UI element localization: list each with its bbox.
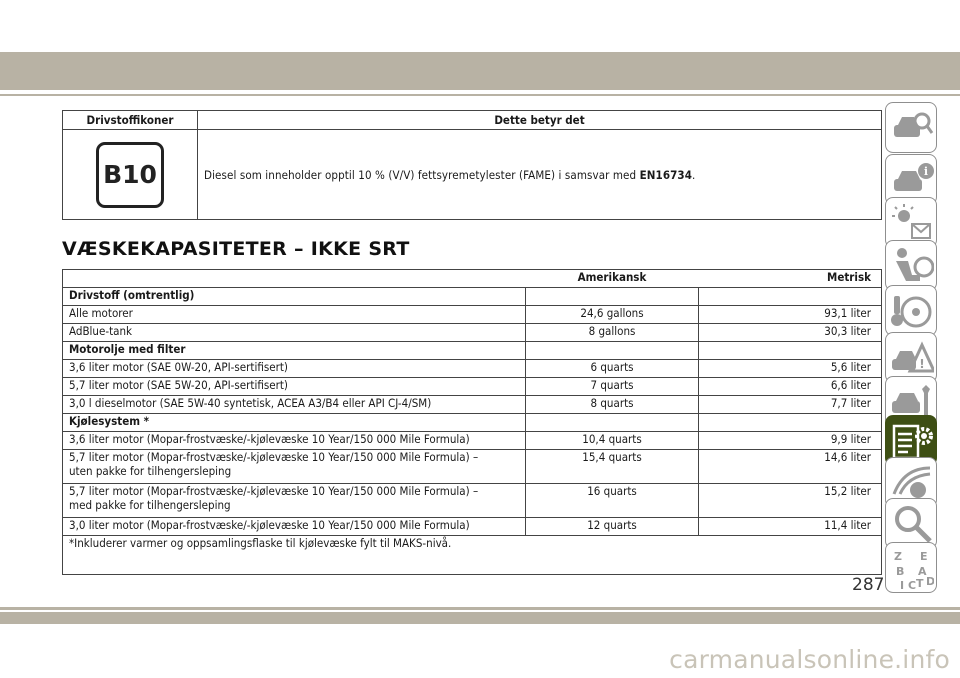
- chapter-tab-alphabet-index[interactable]: ZEBAICTD: [885, 542, 937, 593]
- row-metric-value: 14,6 liter: [698, 449, 882, 484]
- table-row: 3,0 l dieselmotor (SAE 5W-40 syntetisk, …: [62, 395, 882, 414]
- row-label: AdBlue-tank: [62, 323, 526, 342]
- fuel-table-header-meaning: Dette betyr det: [197, 110, 882, 130]
- chapter-tab-seat-safety[interactable]: [885, 240, 937, 291]
- alphabet-index-icon: Z EB AI C T D: [894, 550, 934, 591]
- row-label-line2: med pakke for tilhengersleping: [69, 498, 231, 512]
- chapter-tab-steering-key[interactable]: [885, 285, 937, 336]
- row-metric-value: 30,3 liter: [698, 323, 882, 342]
- section-title: VÆSKEKAPASITETER – IKKE SRT: [62, 238, 410, 260]
- fuel-description: Diesel som inneholder opptil 10 % (V/V) …: [197, 129, 882, 220]
- section-label: Kjølesystem *: [62, 413, 526, 432]
- bottom-band: [0, 612, 960, 624]
- capacity-table-header: Amerikansk Metrisk: [62, 269, 882, 288]
- row-label: 5,7 liter motor (Mopar-frostvæske/-kjøle…: [62, 449, 526, 484]
- section-label: Motorolje med filter: [62, 341, 526, 360]
- row-label: 3,6 liter motor (SAE 0W-20, API-sertifis…: [62, 359, 526, 378]
- header-metric: Metrisk: [698, 269, 882, 288]
- svg-text:Z: Z: [894, 550, 902, 563]
- table-section-row: Drivstoff (omtrentlig): [62, 287, 882, 306]
- row-label-line2: uten pakke for tilhengersleping: [69, 464, 232, 478]
- table-row: 3,6 liter motor (SAE 0W-20, API-sertifis…: [62, 359, 882, 378]
- row-label: 3,0 liter motor (Mopar-frostvæske/-kjøle…: [62, 517, 526, 536]
- seat-safety-icon: [896, 248, 934, 281]
- row-label: 3,6 liter motor (Mopar-frostvæske/-kjøle…: [62, 431, 526, 450]
- chapter-tab-car-search[interactable]: [885, 102, 937, 153]
- svg-text:C: C: [908, 579, 916, 591]
- svg-text:i: i: [924, 165, 928, 178]
- fuel-description-end: .: [692, 167, 696, 182]
- row-label: 5,7 liter motor (SAE 5W-20, API-sertifis…: [62, 377, 526, 396]
- row-us-value: 12 quarts: [525, 517, 699, 536]
- search-index-icon: [895, 506, 932, 543]
- fuel-standard-code: EN16734: [639, 167, 693, 182]
- table-row: 5,7 liter motor (Mopar-frostvæske/-kjøle…: [62, 449, 882, 484]
- fuel-icons-table: Drivstoffikoner Dette betyr det B10 Dies…: [62, 110, 882, 220]
- svg-text:D: D: [926, 575, 934, 588]
- table-section-row: Motorolje med filter: [62, 341, 882, 360]
- row-us-value: 8 gallons: [525, 323, 699, 342]
- row-label-line1: 5,7 liter motor (Mopar-frostvæske/-kjøle…: [69, 450, 479, 464]
- table-row: 3,0 liter motor (Mopar-frostvæske/-kjøle…: [62, 517, 882, 536]
- svg-text:!: !: [919, 357, 924, 371]
- row-us-value: 16 quarts: [525, 483, 699, 518]
- section-empty-us: [525, 413, 699, 432]
- table-row: 5,7 liter motor (SAE 5W-20, API-sertifis…: [62, 377, 882, 396]
- row-us-value: 24,6 gallons: [525, 305, 699, 324]
- row-us-value: 8 quarts: [525, 395, 699, 414]
- row-us-value: 6 quarts: [525, 359, 699, 378]
- row-label: 3,0 l dieselmotor (SAE 5W-40 syntetisk, …: [62, 395, 526, 414]
- page-number: 287: [852, 575, 885, 595]
- fuel-description-text: Diesel som inneholder opptil 10 % (V/V) …: [204, 167, 640, 182]
- row-metric-value: 15,2 liter: [698, 483, 882, 518]
- row-metric-value: 6,6 liter: [698, 377, 882, 396]
- row-metric-value: 9,9 liter: [698, 431, 882, 450]
- row-label-line1: 5,7 liter motor (Mopar-frostvæske/-kjøle…: [69, 484, 479, 498]
- footnote: *Inkluderer varmer og oppsamlingsflaske …: [62, 535, 882, 575]
- top-band: [0, 52, 960, 90]
- section-empty-metric: [698, 287, 882, 306]
- roadside-warning-icon: !: [892, 341, 934, 373]
- row-metric-value: 7,7 liter: [698, 395, 882, 414]
- capacity-table: Amerikansk Metrisk Drivstoff (omtrentlig…: [62, 269, 882, 575]
- table-row: 3,6 liter motor (Mopar-frostvæske/-kjøle…: [62, 431, 882, 450]
- fuel-icon-cell: B10: [62, 129, 198, 220]
- row-metric-value: 11,4 liter: [698, 517, 882, 536]
- svg-text:B: B: [896, 565, 904, 578]
- b10-fuel-icon: B10: [96, 141, 164, 208]
- svg-text:I: I: [900, 579, 904, 591]
- header-american: Amerikansk: [525, 269, 699, 288]
- table-row: Alle motorer 24,6 gallons 93,1 liter: [62, 305, 882, 324]
- table-row: 5,7 liter motor (Mopar-frostvæske/-kjøle…: [62, 483, 882, 518]
- svg-text:E: E: [920, 550, 928, 563]
- row-label: 5,7 liter motor (Mopar-frostvæske/-kjøle…: [62, 483, 526, 518]
- fuel-table-header-icons: Drivstoffikoner: [62, 110, 198, 130]
- row-metric-value: 5,6 liter: [698, 359, 882, 378]
- section-empty-metric: [698, 341, 882, 360]
- section-empty-metric: [698, 413, 882, 432]
- footnote-row: *Inkluderer varmer og oppsamlingsflaske …: [62, 535, 882, 575]
- svg-text:T: T: [916, 577, 924, 590]
- row-us-value: 7 quarts: [525, 377, 699, 396]
- row-us-value: 10,4 quarts: [525, 431, 699, 450]
- watermark: carmanualsonline.info: [669, 645, 950, 674]
- row-label: Alle motorer: [62, 305, 526, 324]
- steering-key-icon: [891, 296, 932, 328]
- table-row: AdBlue-tank 8 gallons 30,3 liter: [62, 323, 882, 342]
- row-us-value: 15,4 quarts: [525, 449, 699, 484]
- table-section-row: Kjølesystem *: [62, 413, 882, 432]
- header-blank: [62, 269, 526, 288]
- section-empty-us: [525, 287, 699, 306]
- bottom-rule: [0, 607, 960, 610]
- top-rule: [0, 94, 960, 96]
- row-metric-value: 93,1 liter: [698, 305, 882, 324]
- section-label: Drivstoff (omtrentlig): [62, 287, 526, 306]
- car-search-icon: [894, 112, 934, 137]
- section-empty-us: [525, 341, 699, 360]
